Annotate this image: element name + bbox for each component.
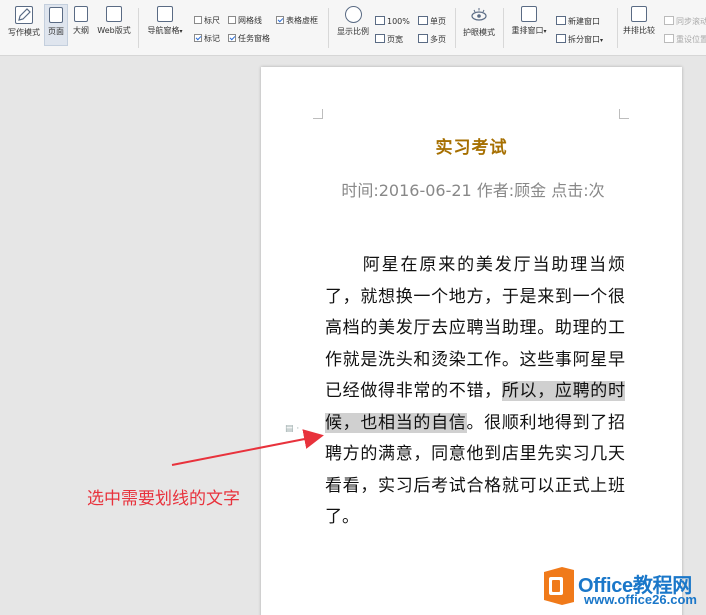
- annotation-arrow-icon: [171, 429, 324, 466]
- office-logo-icon: [544, 567, 574, 605]
- watermark-url: www.office26.com: [584, 592, 697, 607]
- annotation-label: 选中需要划线的文字: [87, 489, 240, 509]
